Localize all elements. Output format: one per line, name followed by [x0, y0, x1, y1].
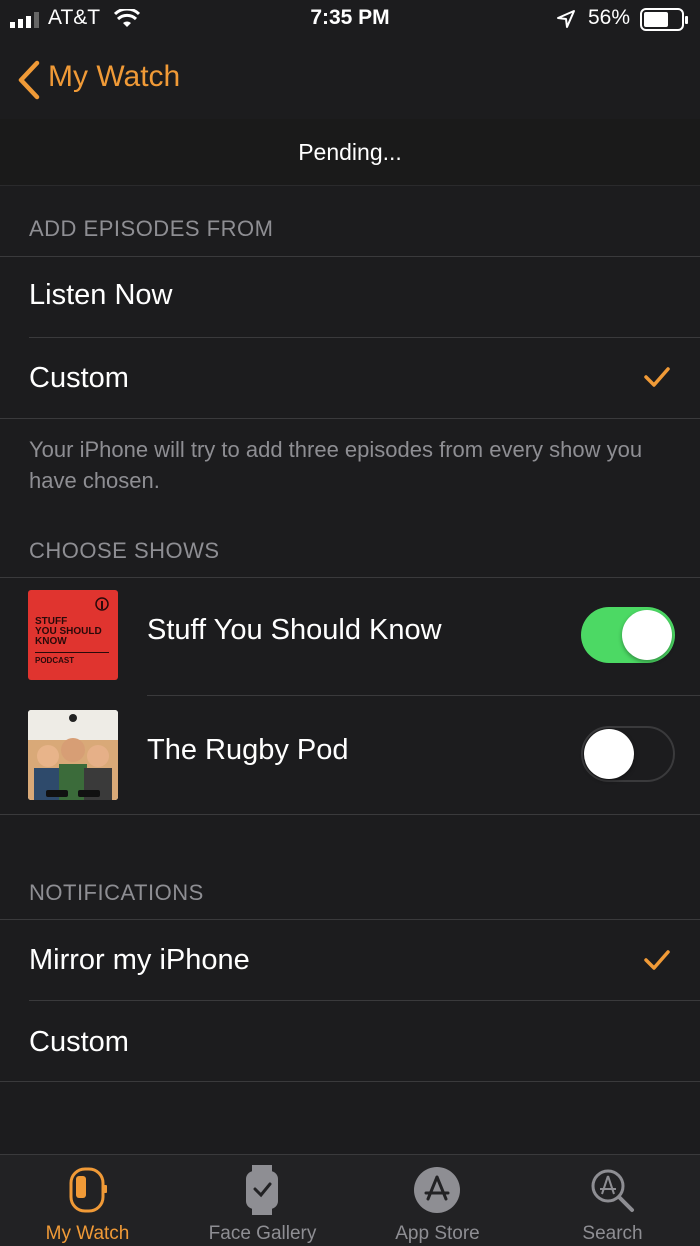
tab-app-store[interactable]: App Store — [350, 1155, 525, 1246]
option-label: Listen Now — [29, 279, 173, 311]
tab-my-watch[interactable]: My Watch — [0, 1155, 175, 1246]
toggle-the-rugby-pod[interactable] — [581, 726, 675, 782]
tab-label: My Watch — [45, 1223, 130, 1244]
artwork-text-line: KNOW — [35, 636, 67, 647]
show-row-the-rugby-pod: The Rugby Pod — [0, 696, 700, 814]
artwork-rule — [35, 652, 109, 653]
battery-percent: 56% — [588, 6, 631, 29]
tab-label: App Store — [395, 1223, 480, 1244]
battery-icon — [640, 8, 688, 31]
toggle-stuff-you-should-know[interactable] — [581, 607, 675, 663]
option-label: Custom — [29, 1026, 129, 1058]
toggle-knob — [584, 729, 634, 779]
tab-search[interactable]: Search — [525, 1155, 700, 1246]
checkmark-icon — [644, 950, 670, 970]
divider — [0, 418, 700, 419]
chevron-left-icon — [18, 60, 40, 100]
pending-text: Pending... — [298, 139, 402, 165]
divider — [0, 1081, 700, 1082]
status-bar: AT&T 7:35 PM 56% — [0, 0, 700, 40]
back-label: My Watch — [48, 60, 181, 93]
section-header-add-episodes: ADD EPISODES FROM — [29, 216, 274, 241]
watch-icon — [69, 1167, 107, 1213]
tab-face-gallery[interactable]: Face Gallery — [175, 1155, 350, 1246]
option-custom-notifications[interactable]: Custom — [0, 1001, 700, 1081]
toggle-knob — [622, 610, 672, 660]
option-custom-episodes[interactable]: Custom — [0, 338, 700, 418]
tab-label: Search — [582, 1223, 643, 1244]
nav-bar: My Watch — [0, 40, 700, 118]
tab-bar: My Watch Face Gallery App Store Search — [0, 1154, 700, 1246]
rugby-pod-illustration — [28, 710, 118, 800]
show-title: The Rugby Pod — [147, 734, 349, 766]
option-mirror-my-iphone[interactable]: Mirror my iPhone — [0, 920, 700, 1000]
artwork-subtext: PODCAST — [35, 656, 75, 665]
show-title: Stuff You Should Know — [147, 614, 442, 646]
search-icon — [591, 1169, 634, 1212]
checkmark-icon — [644, 367, 670, 387]
divider — [0, 185, 700, 186]
face-gallery-icon — [246, 1165, 278, 1215]
pending-banner: Pending... — [0, 119, 700, 185]
section-header-choose-shows: CHOOSE SHOWS — [29, 538, 220, 563]
show-row-stuff-you-should-know: STUFF YOU SHOULD KNOW PODCAST Stuff You … — [0, 578, 700, 695]
location-arrow-icon — [557, 10, 575, 28]
app-store-icon — [414, 1167, 460, 1213]
tab-label: Face Gallery — [208, 1223, 317, 1244]
podcast-artwork-rugby-pod — [28, 710, 118, 800]
back-button[interactable]: My Watch — [10, 50, 200, 110]
section-header-notifications: NOTIFICATIONS — [29, 880, 204, 905]
podcast-artwork-sysk: STUFF YOU SHOULD KNOW PODCAST — [28, 590, 118, 680]
divider — [0, 814, 700, 815]
option-listen-now[interactable]: Listen Now — [0, 257, 700, 337]
option-label: Custom — [29, 362, 129, 394]
podcast-logo-icon — [95, 597, 109, 611]
option-label: Mirror my iPhone — [29, 944, 250, 976]
episodes-note: Your iPhone will try to add three episod… — [29, 437, 643, 493]
